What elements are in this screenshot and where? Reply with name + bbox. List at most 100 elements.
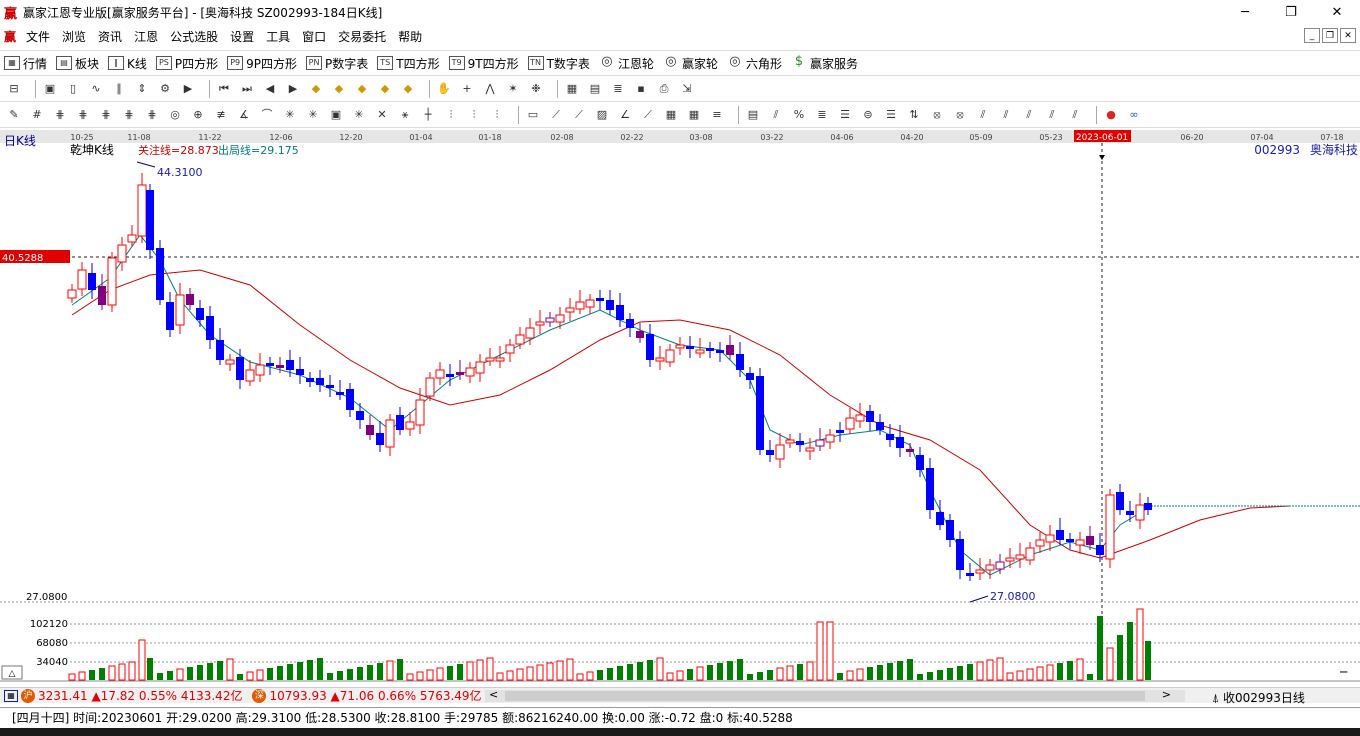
star2-icon[interactable]: ✳ [305,107,321,123]
lines-icon[interactable]: ≡ [709,107,725,123]
menu-file[interactable]: 文件 [20,28,56,45]
comb2-icon[interactable]: ⫶ [443,107,459,123]
menu-window[interactable]: 窗口 [296,28,332,45]
bars-icon[interactable]: ∥ [111,81,127,97]
menu-settings[interactable]: 设置 [224,28,260,45]
hand-icon[interactable]: ✋ [436,81,452,97]
fan-icon[interactable]: ∡ [236,107,252,123]
menu-tools[interactable]: 工具 [260,28,296,45]
scroll-thumb[interactable] [505,691,1145,701]
export-icon[interactable]: ⇲ [679,81,695,97]
circle-icon[interactable]: ◎ [167,107,183,123]
coin-icon[interactable]: ⊜ [860,107,876,123]
arrows-icon[interactable]: ⇅ [906,107,922,123]
settings-icon[interactable]: ⚙ [157,81,173,97]
formula-icon[interactable]: ▶ [180,81,196,97]
mdi-restore-button[interactable]: ❐ [1322,28,1338,43]
cursor-icon[interactable]: ⇕ [134,81,150,97]
slash2-icon[interactable]: ⟋ [571,107,587,123]
prev-icon[interactable]: ◀ [262,81,278,97]
toolbar-service[interactable]: $ 赢家服务 [791,55,858,72]
fan2-icon[interactable]: ⫽ [768,107,784,123]
toolbar-t-square[interactable]: TS T四方形 [377,55,440,72]
menu-formula[interactable]: 公式选股 [164,28,224,45]
layers2-icon[interactable]: ☰ [883,107,899,123]
print-icon[interactable]: ⎙ [656,81,672,97]
toolbar-quotes[interactable]: ▦ 行情 [4,55,47,72]
diamond2-icon[interactable]: ◆ [331,81,347,97]
table2-icon[interactable]: ▤ [745,107,761,123]
toolbar-9t-square[interactable]: T9 9T四方形 [448,55,519,72]
calendar-icon[interactable]: ▦ [564,81,580,97]
toolbar-9p-square[interactable]: P9 9P四方形 [227,55,297,72]
toolbar-p-square[interactable]: PS P四方形 [155,55,218,72]
save-icon[interactable]: ▪ [633,81,649,97]
expand-arrow-icon[interactable]: ─ [1339,665,1348,679]
toolbar-hexagon[interactable]: ◎ 六角形 [727,55,782,72]
menu-info[interactable]: 资讯 [92,28,128,45]
cross-icon[interactable]: ✕ [374,107,390,123]
slash3-icon[interactable]: ⟋ [640,107,656,123]
spiral-icon[interactable]: ⚹ [397,107,413,123]
kline-chart[interactable]: 10-25 11-08 11-22 12-06 12-20 01-04 01-18 02-08… [0,130,1360,682]
grid7-icon[interactable]: ▦ [686,107,702,123]
arc-icon[interactable]: ⌒ [259,107,275,123]
gann3-icon[interactable]: ⦻ [952,107,968,123]
first-icon[interactable]: ⏮ [216,81,232,97]
pencil-icon[interactable]: ✎ [6,107,22,123]
scroll-right-icon[interactable]: > [1162,688,1171,701]
close-button[interactable]: ✕ [1314,0,1360,24]
fan7-icon[interactable]: ⫽ [1067,107,1083,123]
toolbar-gann-wheel[interactable]: ◎ 江恩轮 [599,55,654,72]
box-icon[interactable]: ▣ [328,107,344,123]
table-icon[interactable]: ▤ [587,81,603,97]
next-icon[interactable]: ▶ [285,81,301,97]
grid6-icon[interactable]: ▦ [663,107,679,123]
comb-icon[interactable]: ≢ [213,107,229,123]
sz-index[interactable]: 深 10793.93 ▲71.06 0.66% 5763.49亿 [252,687,482,704]
zigzag-icon[interactable]: ⋀ [482,81,498,97]
fan6-icon[interactable]: ⫽ [1044,107,1060,123]
grid3-icon[interactable]: ⋕ [98,107,114,123]
toolbar-winner-wheel[interactable]: ◎ 赢家轮 [663,55,718,72]
horizontal-scrollbar[interactable]: < > [485,688,1185,702]
menu-trade[interactable]: 交易委托 [332,28,392,45]
list-icon[interactable]: ≣ [610,81,626,97]
period-select-icon[interactable]: ⊟ [6,81,22,97]
grid2-icon[interactable]: ⋕ [75,107,91,123]
grid5-icon[interactable]: ⋕ [144,107,160,123]
mdi-minimize-button[interactable]: _ [1304,28,1320,43]
kline-style-icon[interactable]: ▣ [42,81,58,97]
eq-icon[interactable]: ≣ [814,107,830,123]
diamond3-icon[interactable]: ◆ [354,81,370,97]
menu-browse[interactable]: 浏览 [56,28,92,45]
fan5-icon[interactable]: ⫽ [1021,107,1037,123]
chart-icon[interactable]: ∿ [88,81,104,97]
menu-help[interactable]: 帮助 [392,28,428,45]
infinity-icon[interactable]: ∞ [1126,107,1142,123]
comb4-icon[interactable]: ⫶ [489,107,505,123]
gann-icon[interactable]: ✶ [505,81,521,97]
scroll-left-icon[interactable]: < [489,688,498,701]
document-icon[interactable]: ▯ [65,81,81,97]
fan3-icon[interactable]: ⫽ [975,107,991,123]
rect-icon[interactable]: ▭ [525,107,541,123]
hatch-icon[interactable]: ▨ [594,107,610,123]
ruler-icon[interactable]: ┼ [420,107,436,123]
toolbar-t-table[interactable]: TN T数字表 [527,55,590,72]
layers-icon[interactable]: ☰ [837,107,853,123]
star1-icon[interactable]: ✳ [282,107,298,123]
menu-gann[interactable]: 江恩 [128,28,164,45]
slash1-icon[interactable]: ⟋ [548,107,564,123]
wheel-icon[interactable]: ⊕ [190,107,206,123]
grid1-icon[interactable]: ⋕ [52,107,68,123]
toolbar-kline[interactable]: ‖ K线 [108,55,147,72]
mdi-close-button[interactable]: ✕ [1340,28,1356,43]
toolbar-sectors[interactable]: ▤ 板块 [56,55,99,72]
comb3-icon[interactable]: ⫶ [466,107,482,123]
gann2-icon[interactable]: ⦻ [929,107,945,123]
diamond1-icon[interactable]: ◆ [308,81,324,97]
diamond4-icon[interactable]: ◆ [377,81,393,97]
crosshair-icon[interactable]: + [459,81,475,97]
diamond5-icon[interactable]: ◆ [400,81,416,97]
